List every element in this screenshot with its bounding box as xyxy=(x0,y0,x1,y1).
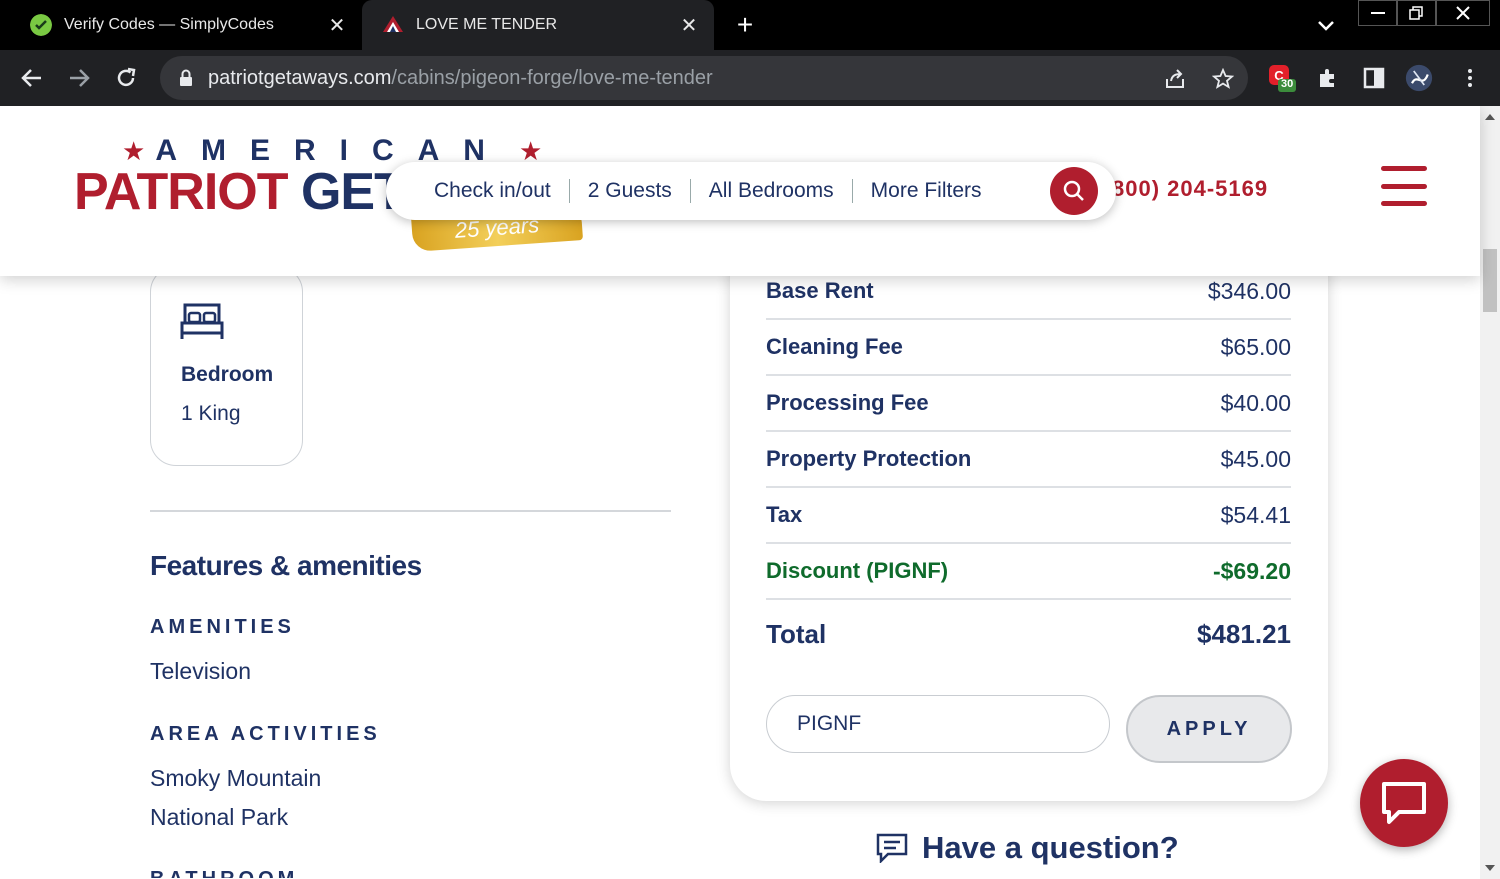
bed-icon xyxy=(180,303,224,339)
tab-love-me-tender[interactable]: LOVE ME TENDER ✕ xyxy=(362,0,714,50)
web-page: Bedroom 1 King Features & amenities AMEN… xyxy=(0,106,1500,879)
more-filters-button[interactable]: More Filters xyxy=(871,179,982,203)
back-arrow-icon[interactable] xyxy=(16,62,48,94)
forward-arrow-icon[interactable] xyxy=(63,62,95,94)
question-text: Have a question? xyxy=(922,830,1179,865)
chat-bubble-icon xyxy=(1382,782,1426,824)
price-value: $40.00 xyxy=(1220,389,1291,416)
amenity-item: Television xyxy=(150,658,251,684)
browser-toolbar: patriotgetaways.com/cabins/pigeon-forge/… xyxy=(0,50,1500,106)
browser-menu-kebab-icon[interactable] xyxy=(1456,64,1484,92)
total-label: Total xyxy=(766,618,827,649)
tab-strip: Verify Codes — SimplyCodes ✕ LOVE ME TEN… xyxy=(0,0,1500,50)
scroll-up-arrow-icon[interactable] xyxy=(1485,114,1495,120)
site-logo[interactable]: PATRIOT GET/ xyxy=(74,162,419,222)
side-panel-icon[interactable] xyxy=(1360,64,1388,92)
minimize-window-icon[interactable] xyxy=(1358,0,1398,26)
price-label: Processing Fee xyxy=(766,390,929,415)
message-icon xyxy=(876,833,908,863)
tab-search-chevron-icon[interactable] xyxy=(1312,12,1340,40)
price-breakdown-card: Base Rent $346.00 Cleaning Fee $65.00 Proc… xyxy=(730,236,1328,801)
features-heading: Features & amenities xyxy=(150,550,422,581)
have-a-question-link[interactable]: Have a question? xyxy=(876,830,1179,866)
price-value: -$69.20 xyxy=(1212,557,1291,584)
total-value: $481.21 xyxy=(1197,618,1291,649)
site-header: ★ AMERICAN ★ PATRIOT GET/ 25 years Check… xyxy=(0,106,1480,276)
url-domain: patriotgetaways.com xyxy=(208,66,392,89)
scroll-down-arrow-icon[interactable] xyxy=(1485,865,1495,871)
area-activities-subheading: AREA ACTIVITIES xyxy=(150,723,381,745)
bedroom-card: Bedroom 1 King xyxy=(150,266,303,466)
price-value: $65.00 xyxy=(1220,333,1291,360)
url-path: /cabins/pigeon-forge/love-me-tender xyxy=(391,66,713,89)
simplycodes-favicon-icon xyxy=(30,14,52,36)
price-label: Discount (PIGNF) xyxy=(766,558,949,583)
bathroom-subheading: BATHROOM xyxy=(150,868,298,878)
price-label: Tax xyxy=(766,502,803,527)
reload-icon[interactable] xyxy=(110,62,142,94)
tab-verify-codes[interactable]: Verify Codes — SimplyCodes ✕ xyxy=(0,0,362,50)
separator xyxy=(851,179,853,203)
url-text: patriotgetaways.com/cabins/pigeon-forge/… xyxy=(208,67,713,90)
price-value: $45.00 xyxy=(1220,445,1291,472)
price-value: $54.41 xyxy=(1220,501,1291,528)
new-tab-plus-icon[interactable]: + xyxy=(730,9,760,40)
simplycodes-extension-icon[interactable]: C 30 xyxy=(1268,64,1296,92)
profile-avatar[interactable] xyxy=(1405,64,1433,92)
scrollbar-thumb[interactable] xyxy=(1483,249,1497,312)
price-row-tax: Tax $54.41 xyxy=(766,488,1291,544)
activity-item: Smoky Mountain xyxy=(150,765,322,791)
section-divider xyxy=(150,510,671,512)
price-row-total: Total $481.21 xyxy=(766,606,1291,662)
bedroom-label: Bedroom xyxy=(181,363,274,386)
search-button[interactable] xyxy=(1050,167,1098,215)
price-label: Property Protection xyxy=(766,446,972,471)
price-label: Base Rent xyxy=(766,278,874,303)
close-window-icon[interactable] xyxy=(1436,0,1490,26)
check-in-out-filter[interactable]: Check in/out xyxy=(434,179,551,203)
tab-title: Verify Codes — SimplyCodes xyxy=(64,16,274,33)
page-scrollbar[interactable] xyxy=(1480,106,1500,879)
search-bar: Check in/out 2 Guests All Bedrooms More … xyxy=(386,162,1116,220)
price-row-processing-fee: Processing Fee $40.00 xyxy=(766,376,1291,432)
bedroom-value: 1 King xyxy=(181,402,241,425)
price-value: $346.00 xyxy=(1207,277,1291,304)
price-row-property-protection: Property Protection $45.00 xyxy=(766,432,1291,488)
close-tab-icon[interactable]: ✕ xyxy=(678,14,700,37)
restore-window-icon[interactable] xyxy=(1396,0,1436,26)
extension-badge: 30 xyxy=(1281,78,1294,90)
close-tab-icon[interactable]: ✕ xyxy=(326,14,348,37)
amenities-subheading: AMENITIES xyxy=(150,616,295,638)
price-row-discount: Discount (PIGNF) -$69.20 xyxy=(766,544,1291,600)
separator xyxy=(689,179,691,203)
search-icon xyxy=(1063,180,1084,201)
apply-promo-button[interactable]: APPLY xyxy=(1126,695,1292,763)
share-icon[interactable] xyxy=(1162,66,1188,92)
price-row-cleaning-fee: Cleaning Fee $65.00 xyxy=(766,320,1291,376)
price-label: Cleaning Fee xyxy=(766,334,903,359)
menu-hamburger-icon[interactable] xyxy=(1381,166,1427,206)
patriot-getaways-favicon-icon xyxy=(383,16,403,32)
bedrooms-filter[interactable]: All Bedrooms xyxy=(709,179,834,203)
promo-code-input[interactable] xyxy=(766,695,1110,753)
activity-item: National Park xyxy=(150,804,289,830)
address-bar[interactable]: patriotgetaways.com/cabins/pigeon-forge/… xyxy=(160,56,1248,100)
logo-patriot-text: PATRIOT xyxy=(74,163,301,221)
chat-button[interactable] xyxy=(1360,759,1448,847)
phone-number-link[interactable]: 800) 204-5169 xyxy=(1112,176,1268,202)
bookmark-star-icon[interactable] xyxy=(1210,66,1236,92)
separator xyxy=(568,179,570,203)
guests-filter[interactable]: 2 Guests xyxy=(588,179,672,203)
tab-title: LOVE ME TENDER xyxy=(416,16,558,33)
lock-icon xyxy=(180,69,192,86)
extensions-puzzle-icon[interactable] xyxy=(1314,64,1342,92)
